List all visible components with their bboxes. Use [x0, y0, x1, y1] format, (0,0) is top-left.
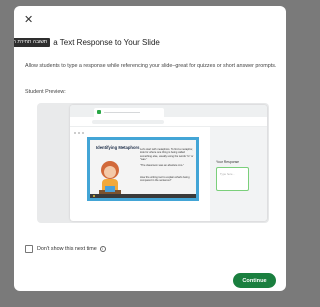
slide-text-intro: Let's start with metaphors. To find a me… — [140, 148, 194, 161]
student-illustration-icon — [99, 161, 121, 198]
slide-preview: Identifying Metaphors Let's start with m… — [87, 137, 199, 201]
response-panel: Your Response Type here... — [210, 127, 267, 221]
student-preview-label: Student Preview: — [25, 89, 66, 95]
browser-urlbar — [70, 117, 267, 134]
browser-tabbar — [70, 105, 267, 117]
continue-button[interactable]: Continue — [233, 273, 276, 288]
add-text-response-dialog: ✕ תשובה תחירת חשמל a Text Response to Yo… — [14, 6, 286, 291]
tooltip: תשובה תחירת חשמל — [14, 37, 51, 47]
dont-show-checkbox[interactable] — [25, 245, 33, 253]
browser-tab — [94, 108, 164, 117]
dont-show-row: Don't show this next time i — [25, 244, 106, 254]
dialog-description: Allow students to type a response while … — [25, 63, 277, 69]
url-field-placeholder — [92, 120, 164, 124]
tab-favicon-icon — [97, 110, 101, 114]
dialog-title-row: תשובה תחירת חשמל a Text Response to Your… — [14, 36, 160, 48]
response-placeholder: Type here... — [220, 172, 235, 176]
slide-footer-bar — [90, 194, 196, 198]
slide-text-prompt: How the writing tool to explain what's b… — [140, 176, 190, 183]
tab-title-placeholder — [104, 111, 140, 113]
browser-controls-icon — [74, 121, 86, 139]
info-icon[interactable]: i — [99, 246, 106, 252]
dialog-title: a Text Response to Your Slide — [53, 37, 160, 47]
close-icon[interactable]: ✕ — [24, 15, 33, 26]
response-label: Your Response — [216, 160, 240, 164]
student-preview-illustration: Identifying Metaphors Let's start with m… — [37, 103, 269, 223]
slide-text-example: "The classroom was an absolute zoo." — [140, 164, 184, 167]
response-textbox: Type here... — [216, 167, 249, 191]
dont-show-label[interactable]: Don't show this next time — [37, 246, 97, 252]
browser-mockup: Identifying Metaphors Let's start with m… — [70, 105, 267, 221]
slide-title: Identifying Metaphors — [96, 145, 140, 150]
